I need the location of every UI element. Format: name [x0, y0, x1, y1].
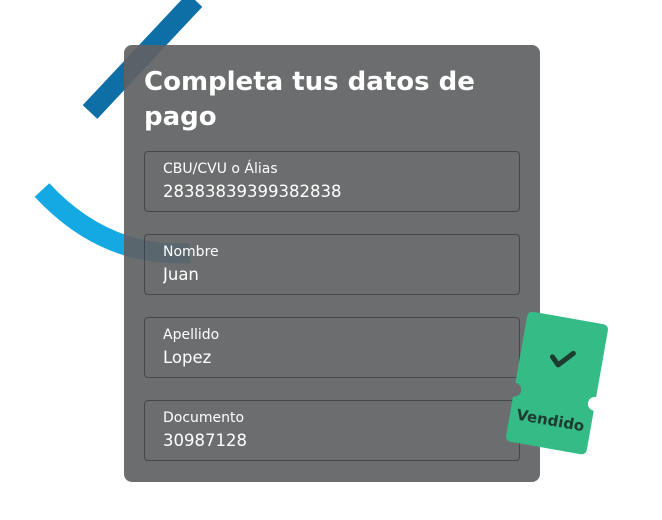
- payment-form-card: Completa tus datos de pago CBU/CVU o Áli…: [124, 45, 540, 482]
- documento-input[interactable]: [163, 431, 493, 450]
- apellido-field[interactable]: Apellido: [144, 317, 520, 378]
- form-title: Completa tus datos de pago: [144, 67, 475, 132]
- nombre-field-label: Nombre: [163, 244, 219, 260]
- nombre-input[interactable]: [163, 265, 493, 284]
- documento-field[interactable]: Documento: [144, 400, 520, 461]
- apellido-input[interactable]: [163, 348, 493, 367]
- documento-field-label: Documento: [163, 410, 245, 426]
- nombre-field[interactable]: Nombre: [144, 234, 520, 295]
- cbu-input[interactable]: [163, 182, 493, 201]
- vendido-ticket: Vendido: [506, 311, 608, 455]
- cbu-field[interactable]: CBU/CVU o Álias: [144, 151, 520, 212]
- apellido-field-label: Apellido: [163, 327, 220, 343]
- cbu-field-label: CBU/CVU o Álias: [163, 161, 278, 177]
